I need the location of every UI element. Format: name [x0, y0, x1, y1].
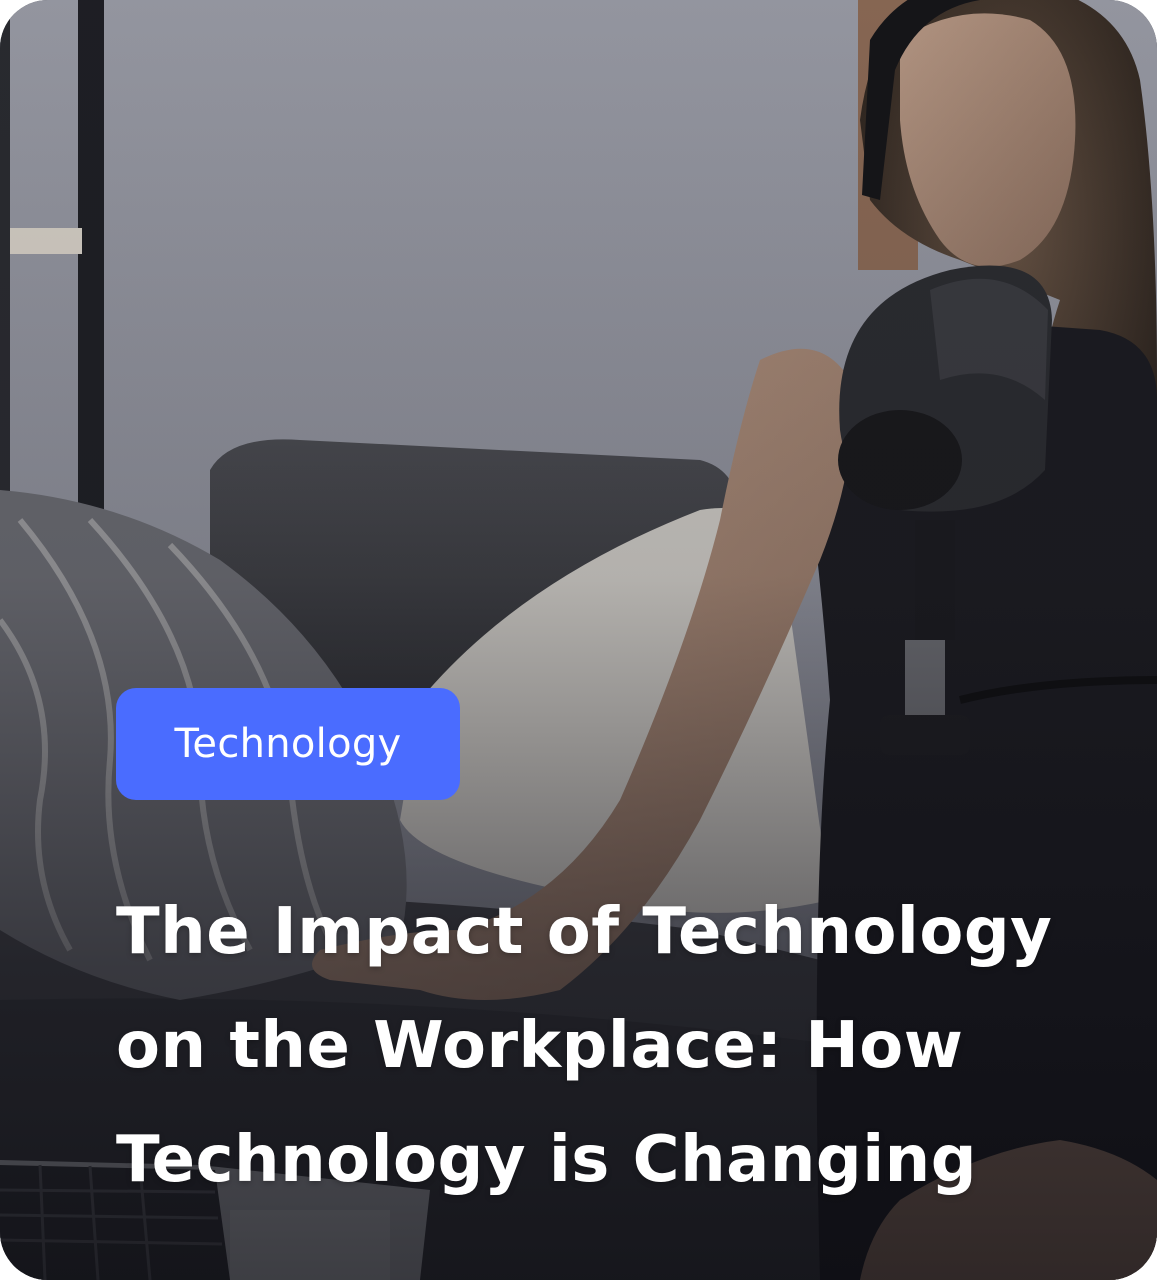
- category-tag[interactable]: Technology: [116, 688, 460, 800]
- article-title[interactable]: The Impact of Technology on the Workplac…: [116, 875, 1076, 1217]
- article-card[interactable]: Technology The Impact of Technology on t…: [0, 0, 1157, 1280]
